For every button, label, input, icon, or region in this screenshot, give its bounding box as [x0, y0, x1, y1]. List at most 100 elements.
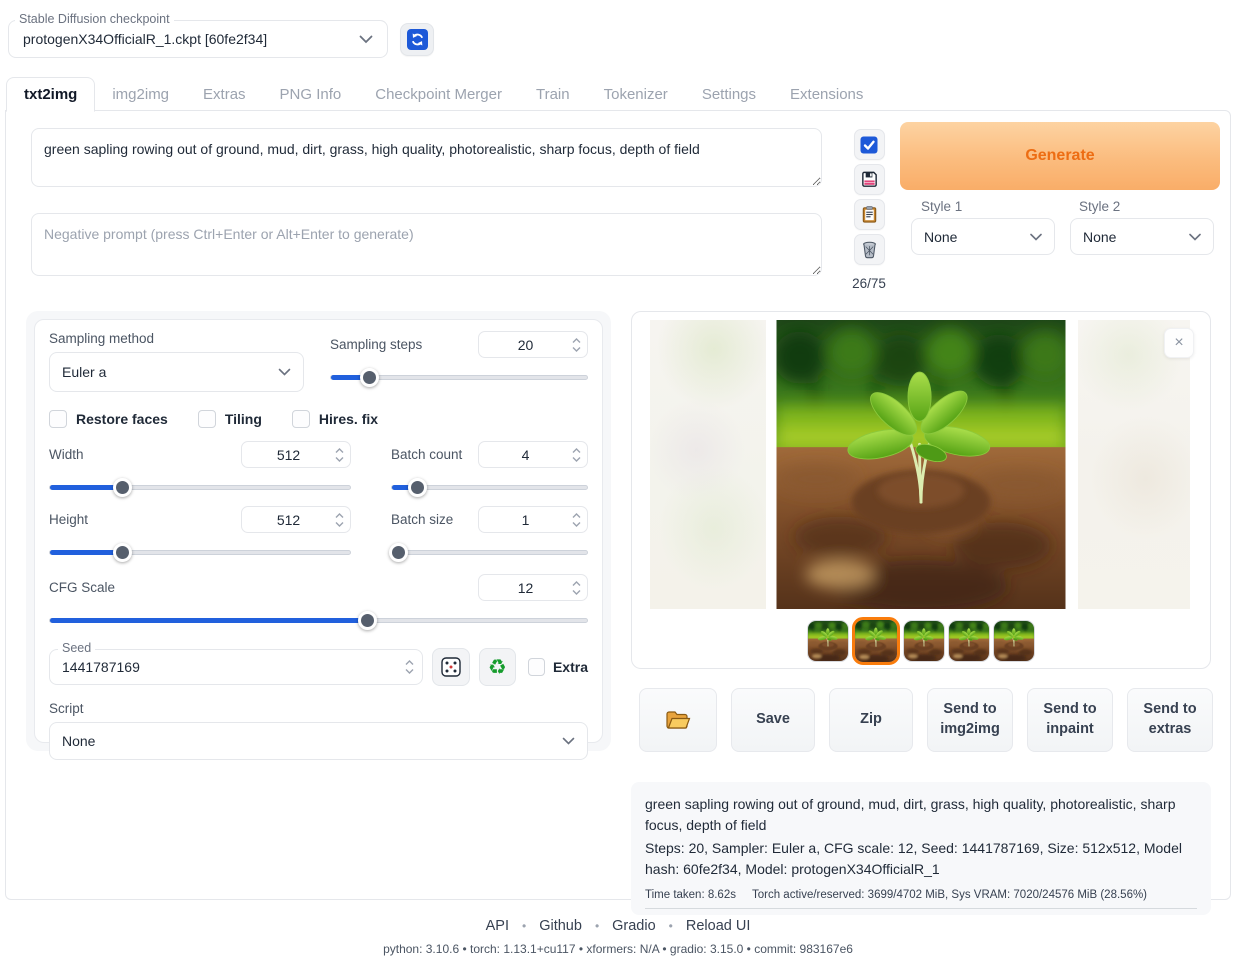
tab-txt2img[interactable]: txt2img — [6, 77, 95, 112]
output-params-text: Steps: 20, Sampler: Euler a, CFG scale: … — [645, 838, 1197, 880]
tiling-checkbox[interactable]: Tiling — [198, 410, 262, 428]
batch-count-label: Batch count — [391, 447, 462, 462]
vram-text: Torch active/reserved: 3699/4702 MiB, Sy… — [752, 889, 1147, 901]
height-input[interactable]: 512 — [241, 506, 351, 533]
generation-info: green sapling rowing out of ground, mud,… — [631, 782, 1211, 915]
cfg-scale-label: CFG Scale — [49, 580, 115, 595]
tab-extensions[interactable]: Extensions — [773, 78, 880, 111]
generation-settings: Sampling method Euler a Sampling steps 2… — [26, 311, 611, 751]
footer-link-api[interactable]: API — [486, 918, 509, 934]
apply-style-button[interactable] — [854, 199, 885, 230]
footer-link-reload-ui[interactable]: Reload UI — [686, 918, 750, 934]
width-input[interactable]: 512 — [241, 441, 351, 468]
send-to-inpaint-button[interactable]: Send to inpaint — [1027, 688, 1113, 752]
negative-prompt-input[interactable] — [31, 213, 822, 276]
thumbnail-1[interactable] — [807, 620, 849, 662]
sampling-method-select[interactable]: Euler a — [49, 352, 304, 392]
checkpoint-label: Stable Diffusion checkpoint — [15, 12, 174, 26]
restore-faces-checkbox[interactable]: Restore faces — [49, 410, 168, 428]
save-button[interactable]: Save — [731, 688, 815, 752]
stepper-arrows[interactable] — [572, 512, 581, 528]
refresh-checkpoints-button[interactable] — [400, 23, 434, 56]
sampling-steps-input[interactable]: 20 — [478, 331, 588, 358]
open-folder-button[interactable] — [639, 688, 717, 752]
script-label: Script — [49, 701, 588, 716]
thumbnail-5[interactable] — [993, 620, 1035, 662]
extra-seed-checkbox[interactable] — [528, 658, 545, 676]
batch-size-input[interactable]: 1 — [478, 506, 588, 533]
stepper-arrows[interactable] — [335, 512, 344, 528]
gallery-close-button[interactable]: × — [1164, 328, 1194, 358]
chevron-down-icon — [359, 35, 373, 44]
generate-button[interactable]: Generate — [900, 122, 1220, 190]
chevron-down-icon — [278, 368, 291, 376]
txt2img-panel: green sapling rowing out of ground, mud,… — [5, 110, 1231, 900]
sampling-steps-slider[interactable] — [330, 368, 588, 386]
script-select[interactable]: None — [49, 722, 588, 760]
save-icon — [860, 170, 879, 189]
prompt-tools: 26/75 — [851, 129, 887, 291]
save-style-button[interactable] — [854, 164, 885, 195]
reuse-seed-button[interactable]: ♻ — [479, 648, 516, 686]
hires-fix-checkbox[interactable]: Hires. fix — [292, 410, 378, 428]
batch-count-slider[interactable] — [391, 478, 588, 496]
thumbnail-strip — [632, 617, 1210, 665]
versions-text: python: 3.10.6 • torch: 1.13.1+cu117 • x… — [0, 942, 1236, 956]
footer: API • Github • Gradio • Reload UI python… — [0, 918, 1236, 956]
width-slider[interactable] — [49, 478, 351, 496]
trash-icon — [860, 240, 879, 259]
refresh-icon — [407, 29, 428, 50]
folder-icon — [665, 709, 691, 731]
send-to-extras-button[interactable]: Send to extras — [1127, 688, 1213, 752]
style1-label: Style 1 — [921, 199, 962, 214]
generated-image[interactable] — [777, 320, 1066, 609]
tab-png-info[interactable]: PNG Info — [263, 78, 359, 111]
dice-icon — [440, 656, 462, 678]
seed-label: Seed — [58, 641, 95, 655]
tab-train[interactable]: Train — [519, 78, 587, 111]
close-icon: × — [1174, 334, 1183, 352]
height-slider[interactable] — [49, 543, 351, 561]
stepper-arrows[interactable] — [335, 447, 344, 463]
stepper-arrows[interactable] — [572, 447, 581, 463]
cfg-scale-input[interactable]: 12 — [478, 574, 588, 601]
time-taken-text: Time taken: 8.62s — [645, 889, 736, 901]
chevron-down-icon — [562, 737, 575, 745]
separator-dot: • — [595, 919, 599, 933]
style2-select[interactable]: None — [1070, 218, 1214, 255]
footer-link-gradio[interactable]: Gradio — [612, 918, 656, 934]
batch-size-slider[interactable] — [391, 543, 588, 561]
tab-extras[interactable]: Extras — [186, 78, 263, 111]
tab-img2img[interactable]: img2img — [95, 78, 186, 111]
paste-params-button[interactable] — [854, 129, 885, 160]
chevron-down-icon — [1030, 233, 1042, 241]
stepper-arrows[interactable] — [405, 659, 414, 675]
random-seed-button[interactable] — [432, 648, 469, 686]
height-label: Height — [49, 512, 88, 527]
style2-label: Style 2 — [1079, 199, 1120, 214]
tab-checkpoint-merger[interactable]: Checkpoint Merger — [358, 78, 519, 111]
checkbox-icon — [198, 410, 216, 428]
clear-prompt-button[interactable] — [854, 234, 885, 265]
prompt-input[interactable]: green sapling rowing out of ground, mud,… — [31, 128, 822, 187]
send-to-img2img-button[interactable]: Send to img2img — [927, 688, 1013, 752]
checkpoint-select[interactable]: Stable Diffusion checkpoint protogenX34O… — [8, 20, 388, 58]
tab-tokenizer[interactable]: Tokenizer — [587, 78, 685, 111]
tab-settings[interactable]: Settings — [685, 78, 773, 111]
batch-count-input[interactable]: 4 — [478, 441, 588, 468]
preview-backdrop-right — [1078, 320, 1190, 609]
style1-select[interactable]: None — [911, 218, 1055, 255]
main-tabs: txt2img img2img Extras PNG Info Checkpoi… — [6, 78, 880, 111]
thumbnail-2[interactable] — [852, 617, 900, 665]
output-actions: Save Zip Send to img2img Send to inpaint… — [639, 688, 1213, 752]
seed-input[interactable]: Seed 1441787169 — [49, 649, 423, 685]
cfg-scale-slider[interactable] — [49, 611, 588, 629]
thumbnail-4[interactable] — [948, 620, 990, 662]
footer-link-github[interactable]: Github — [539, 918, 582, 934]
stepper-arrows[interactable] — [572, 580, 581, 596]
thumbnail-3[interactable] — [903, 620, 945, 662]
stepper-arrows[interactable] — [572, 337, 581, 353]
clipboard-icon — [860, 205, 879, 224]
sampling-steps-label: Sampling steps — [330, 337, 422, 352]
zip-button[interactable]: Zip — [829, 688, 913, 752]
